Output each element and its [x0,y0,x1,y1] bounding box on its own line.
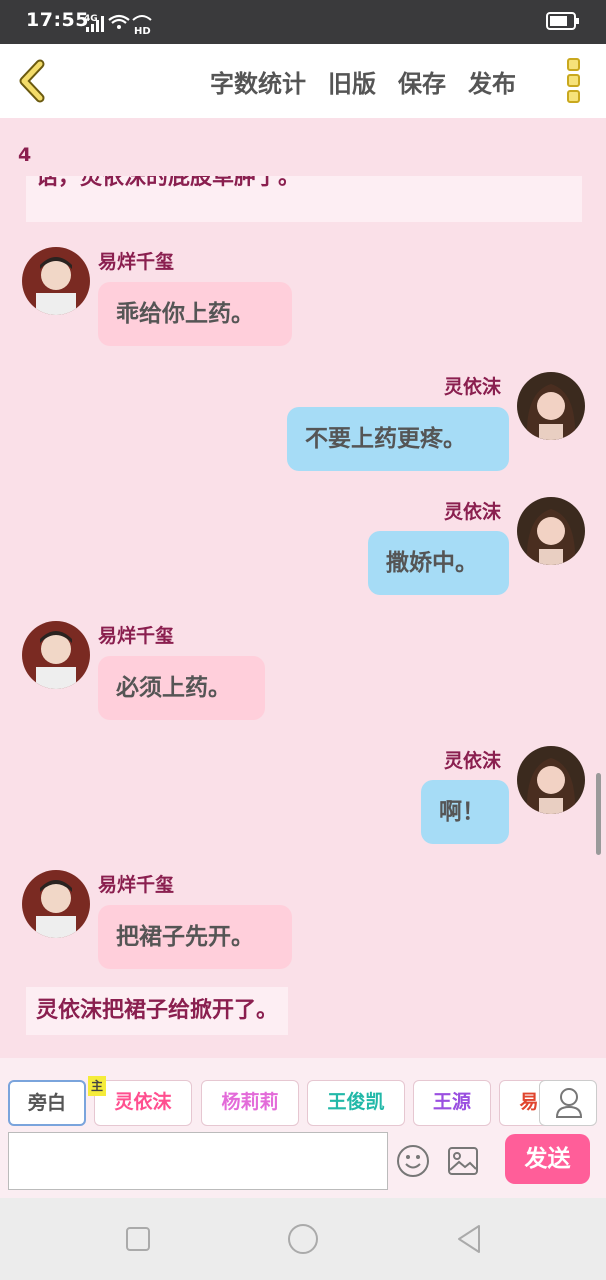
character-chip-label: 易 [519,1091,539,1113]
status-time: 17:55 [26,9,89,31]
save-button[interactable]: 保存 [398,64,446,99]
avatar-ling-yimo[interactable] [517,372,585,440]
narration-text: 话，灵依沫的屁股草肿了。 [36,176,301,190]
speaker-name: 易烊千玺 [98,625,175,647]
status-bar: 17:55 4G HD [0,0,606,44]
character-chip-yang-lili[interactable]: 杨莉莉 [201,1080,299,1126]
system-nav-bar [0,1198,606,1280]
chat-scrollbar[interactable] [596,773,601,855]
character-chip-ling-yimo[interactable]: 灵依沫 [94,1080,192,1126]
more-options-icon[interactable] [562,58,584,106]
narration-text: 灵依沫把裙子给掀开了。 [36,998,279,1023]
character-chip-wang-junkai[interactable]: 王俊凯 [307,1080,405,1126]
speaker-name: 易烊千玺 [98,874,175,896]
message-text: 不要上药更疼。 [305,426,466,452]
message-text: 把裙子先开。 [116,924,254,950]
svg-text:HD: HD [134,26,151,36]
home-circle-icon[interactable] [286,1222,320,1256]
composer: 旁白 灵依沫 杨莉莉 王俊凯 王源 易 主 发送 [0,1058,606,1198]
character-chip-label: 旁白 [27,1092,66,1114]
character-chip-narrator[interactable]: 旁白 [8,1080,86,1126]
word-count-button[interactable]: 字数统计 [210,64,306,99]
message-text: 啊！ [439,799,485,825]
main-character-badge: 主 [88,1076,106,1096]
recents-square-icon[interactable] [124,1222,152,1256]
message-bubble[interactable]: 啊！ [421,780,509,844]
message-bubble[interactable]: 把裙子先开。 [98,905,292,969]
editor-toolbar: 字数统计 旧版 保存 发布 [0,44,606,118]
message-text: 撒娇中。 [386,550,478,576]
message-bubble[interactable]: 不要上药更疼。 [287,407,509,471]
character-chip-label: 灵依沫 [114,1091,172,1113]
battery-icon [546,12,579,30]
speaker-name: 易烊千玺 [98,251,175,273]
toolbar-menu: 字数统计 旧版 保存 发布 [210,64,516,99]
user-icon [555,1088,583,1118]
message-bubble[interactable]: 乖给你上药。 [98,282,292,346]
image-icon[interactable] [447,1146,479,1176]
signal-icon: 4G HD [84,14,152,36]
narration-bubble[interactable]: 灵依沫把裙子给掀开了。 [26,987,289,1035]
avatar-ling-yimo[interactable] [517,746,585,814]
message-input[interactable] [8,1132,388,1190]
chat-area: 4 话，灵依沫的屁股草肿了。 易烊千玺 乖给你上药。 灵依沫 不要上药更疼。 灵… [0,118,606,1058]
manage-characters-button[interactable] [539,1080,597,1126]
speaker-name: 灵依沫 [444,376,502,398]
message-text: 乖给你上药。 [116,301,254,327]
back-arrow-icon[interactable] [14,58,50,104]
back-triangle-icon[interactable] [454,1222,484,1256]
emoji-icon[interactable] [396,1144,430,1178]
message-bubble[interactable]: 撒娇中。 [368,531,509,595]
message-text: 必须上药。 [116,675,231,701]
avatar-yi-yang-qianxi[interactable] [22,621,90,689]
character-chip-label: 杨莉莉 [221,1091,279,1113]
publish-button[interactable]: 发布 [468,64,516,99]
narration-bubble[interactable]: 话，灵依沫的屁股草肿了。 [26,176,582,222]
character-chip-wang-yuan[interactable]: 王源 [413,1080,491,1126]
avatar-ling-yimo[interactable] [517,497,585,565]
svg-text:4G: 4G [84,14,98,24]
send-button[interactable]: 发送 [505,1134,590,1184]
page-number: 4 [18,144,32,166]
message-bubble[interactable]: 必须上药。 [98,656,265,720]
speaker-name: 灵依沫 [444,501,502,523]
old-version-button[interactable]: 旧版 [328,64,376,99]
character-chip-label: 王源 [432,1091,471,1113]
character-chip-label: 王俊凯 [327,1091,385,1113]
avatar-yi-yang-qianxi[interactable] [22,247,90,315]
avatar-yi-yang-qianxi[interactable] [22,870,90,938]
speaker-name: 灵依沫 [444,750,502,772]
